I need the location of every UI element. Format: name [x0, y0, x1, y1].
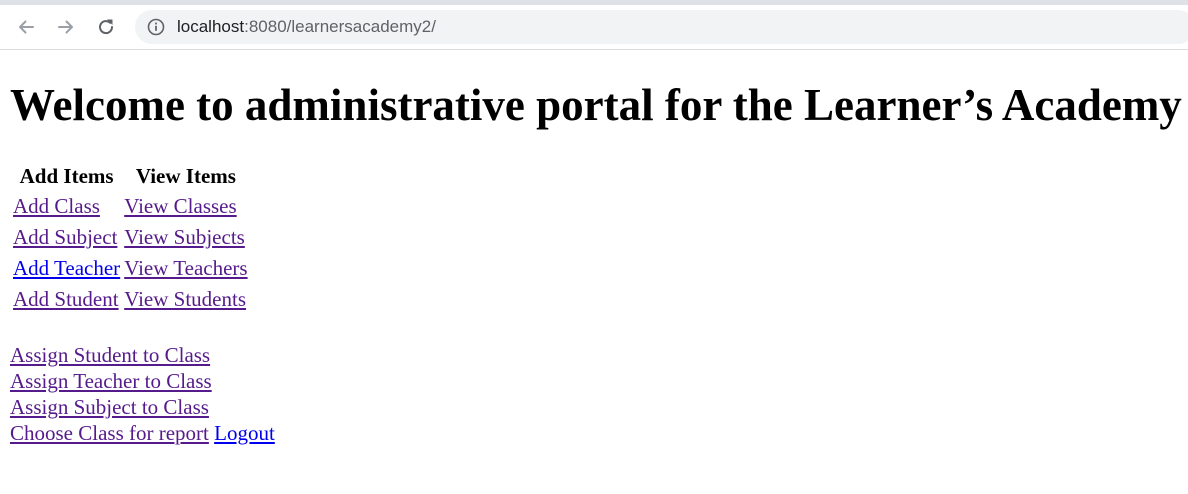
- link-line: Choose Class for report Logout: [10, 420, 275, 446]
- table-row: Add Student View Students: [12, 285, 249, 314]
- assign-student-link[interactable]: Assign Student to Class: [10, 343, 210, 367]
- browser-toolbar: localhost:8080/learnersacademy2/: [0, 5, 1188, 50]
- assign-teacher-link[interactable]: Assign Teacher to Class: [10, 369, 212, 393]
- table-cell: Add Subject: [12, 223, 121, 252]
- info-icon[interactable]: [147, 18, 165, 36]
- choose-class-report-link[interactable]: Choose Class for report: [10, 421, 209, 445]
- table-cell: View Students: [123, 285, 248, 314]
- add-teacher-link[interactable]: Add Teacher: [13, 256, 120, 280]
- view-subjects-link[interactable]: View Subjects: [124, 225, 245, 249]
- url-host: localhost: [177, 17, 245, 36]
- table-cell: View Subjects: [123, 223, 248, 252]
- view-classes-link[interactable]: View Classes: [124, 194, 236, 218]
- logout-link[interactable]: Logout: [214, 421, 275, 445]
- table-row: Add Teacher View Teachers: [12, 254, 249, 283]
- table-header-row: Add Items View Items: [12, 163, 249, 190]
- view-students-link[interactable]: View Students: [124, 287, 246, 311]
- action-links: Assign Student to Class Assign Teacher t…: [10, 342, 275, 446]
- address-bar[interactable]: localhost:8080/learnersacademy2/: [135, 10, 1188, 44]
- add-student-link[interactable]: Add Student: [13, 287, 119, 311]
- assign-subject-link[interactable]: Assign Subject to Class: [10, 395, 209, 419]
- back-button[interactable]: [10, 11, 42, 43]
- add-subject-link[interactable]: Add Subject: [13, 225, 117, 249]
- page-content: Welcome to administrative portal for the…: [0, 50, 1188, 494]
- forward-button[interactable]: [50, 11, 82, 43]
- table-cell: View Classes: [123, 192, 248, 221]
- column-header-add-items: Add Items: [19, 164, 114, 188]
- link-line: Assign Teacher to Class: [10, 368, 275, 394]
- reload-button[interactable]: [90, 11, 122, 43]
- back-arrow-icon: [19, 20, 34, 34]
- table-cell: Add Student: [12, 285, 121, 314]
- page-title: Welcome to administrative portal for the…: [10, 80, 1182, 130]
- url-text[interactable]: localhost:8080/learnersacademy2/: [177, 17, 436, 37]
- table-row: Add Subject View Subjects: [12, 223, 249, 252]
- table-cell: Add Teacher: [12, 254, 121, 283]
- column-header-view-items: View Items: [135, 164, 236, 188]
- view-teachers-link[interactable]: View Teachers: [124, 256, 247, 280]
- reload-icon: [99, 19, 114, 35]
- table-cell: Add Class: [12, 192, 121, 221]
- add-class-link[interactable]: Add Class: [13, 194, 100, 218]
- link-line: Assign Student to Class: [10, 342, 275, 368]
- link-line: Assign Subject to Class: [10, 394, 275, 420]
- url-path: :8080/learnersacademy2/: [244, 17, 436, 36]
- table-row: Add Class View Classes: [12, 192, 249, 221]
- table-cell: View Teachers: [123, 254, 248, 283]
- forward-arrow-icon: [58, 20, 73, 34]
- items-table: Add Items View Items Add Class View Clas…: [10, 161, 251, 316]
